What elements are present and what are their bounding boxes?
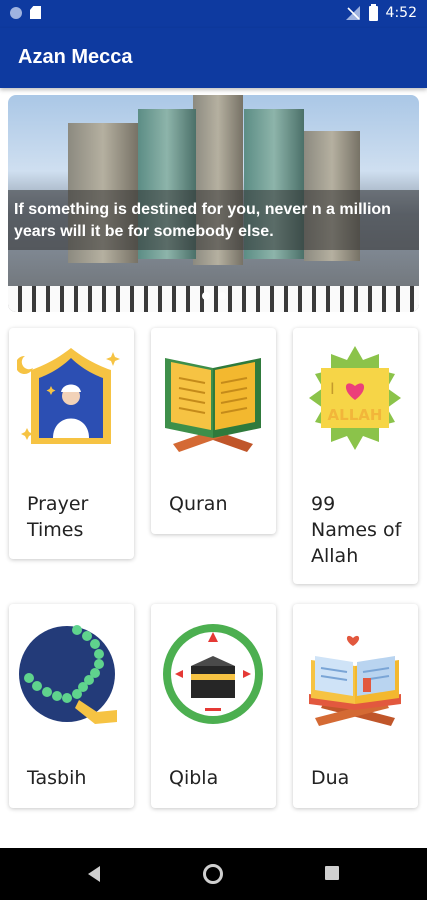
quran-book-icon (165, 358, 261, 452)
carousel-pager (8, 292, 419, 300)
app-title: Azan Mecca (18, 46, 133, 68)
banner-caption: If something is destined for you, never … (14, 201, 391, 240)
card-qibla[interactable]: Qibla (151, 604, 276, 808)
card-tasbih[interactable]: Tasbih (9, 604, 134, 808)
battery-icon (368, 3, 378, 21)
banner-carousel[interactable]: If something is destined for you, never … (8, 95, 419, 312)
kaaba-compass-icon (163, 624, 263, 724)
pager-dot[interactable] (217, 292, 226, 300)
mosque-prayer-icon (17, 348, 120, 444)
notification-dot-icon (10, 6, 22, 19)
dua-book-icon (309, 635, 401, 726)
card-label: Qibla (169, 767, 219, 789)
card-quran[interactable]: Quran (151, 328, 276, 534)
i-love-allah-icon: I ALLAH (309, 346, 401, 450)
app-bar: Azan Mecca (0, 28, 427, 88)
status-bar: 4:52 (0, 0, 427, 28)
card-99-names[interactable]: I ALLAH 99 Names of Allah (293, 328, 418, 584)
back-icon[interactable] (88, 866, 100, 882)
card-label: Prayer Times (27, 493, 89, 541)
svg-text:ALLAH: ALLAH (328, 406, 383, 424)
system-nav-bar (0, 848, 427, 900)
recent-apps-icon[interactable] (325, 866, 339, 880)
card-label: Tasbih (27, 767, 87, 789)
home-icon[interactable] (203, 864, 223, 884)
status-time: 4:52 (385, 5, 417, 21)
pager-dot-active[interactable] (201, 292, 210, 300)
sd-card-icon (30, 6, 41, 19)
card-label: 99 Names of Allah (311, 493, 402, 567)
svg-text:I: I (330, 379, 335, 398)
card-prayer-times[interactable]: Prayer Times (9, 328, 134, 559)
card-label: Quran (169, 493, 228, 515)
card-dua[interactable]: Dua (293, 604, 418, 808)
no-signal-icon (345, 6, 360, 20)
card-label: Dua (311, 767, 350, 789)
tasbih-beads-icon (19, 625, 117, 724)
